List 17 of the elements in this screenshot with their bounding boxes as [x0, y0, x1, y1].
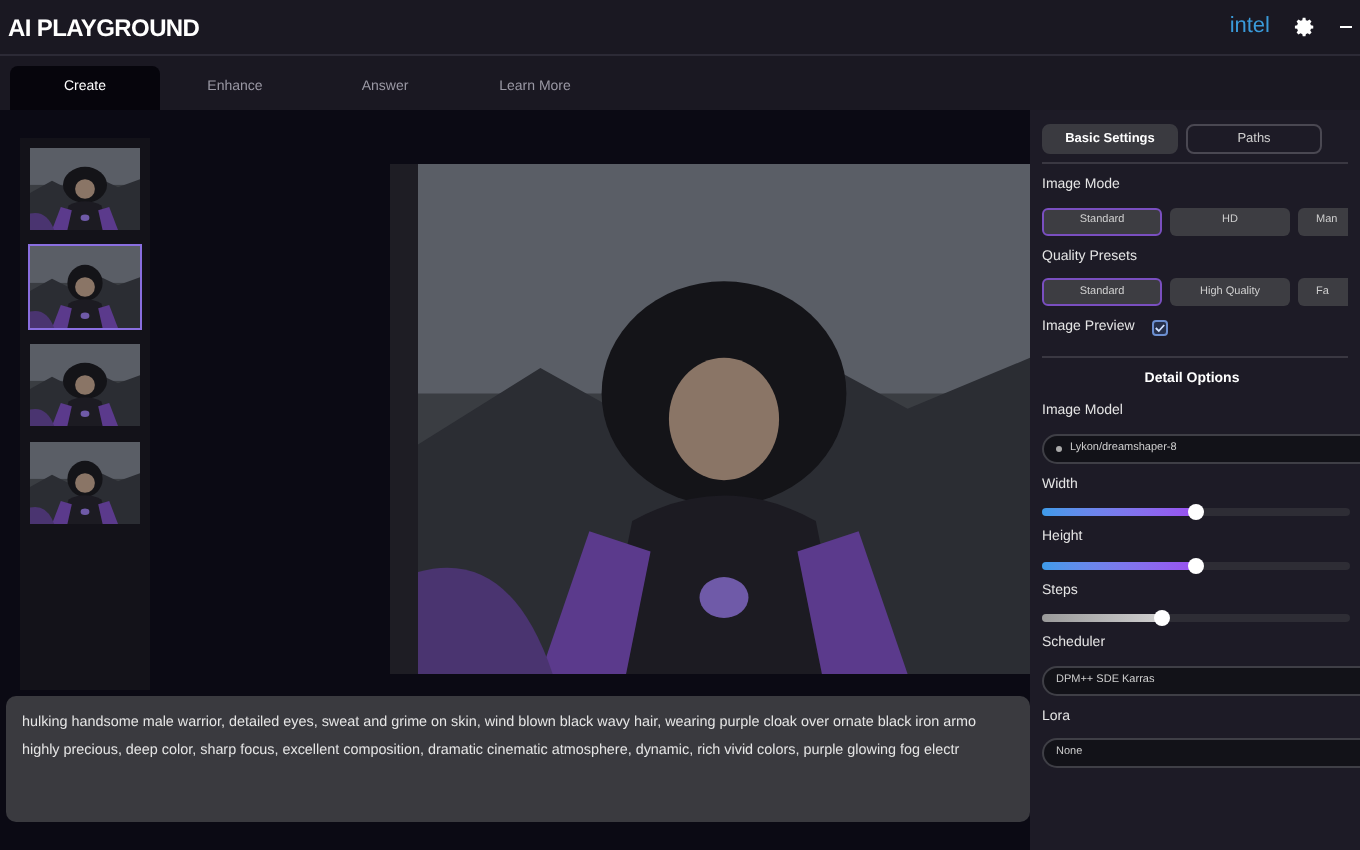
settings-icon[interactable]	[1294, 16, 1316, 38]
slider-thumb[interactable]	[1154, 610, 1171, 626]
thumbnail[interactable]	[28, 342, 142, 428]
slider[interactable]	[1042, 508, 1350, 516]
slider-thumb[interactable]	[1188, 557, 1204, 573]
minimize-icon[interactable]	[1340, 25, 1352, 29]
checkbox[interactable]	[1152, 320, 1169, 337]
thumbnail[interactable]	[28, 146, 142, 232]
thumbnail[interactable]	[28, 244, 142, 330]
slider[interactable]	[1042, 561, 1350, 569]
check-icon	[1154, 322, 1167, 335]
prompt-field[interactable]	[6, 696, 1030, 822]
app-title: AI PLAYGROUND	[8, 11, 200, 45]
slider-thumb[interactable]	[1188, 504, 1204, 520]
slider[interactable]	[1042, 614, 1350, 622]
thumbnail[interactable]	[28, 440, 142, 526]
brand-logo: intel	[1229, 12, 1270, 43]
